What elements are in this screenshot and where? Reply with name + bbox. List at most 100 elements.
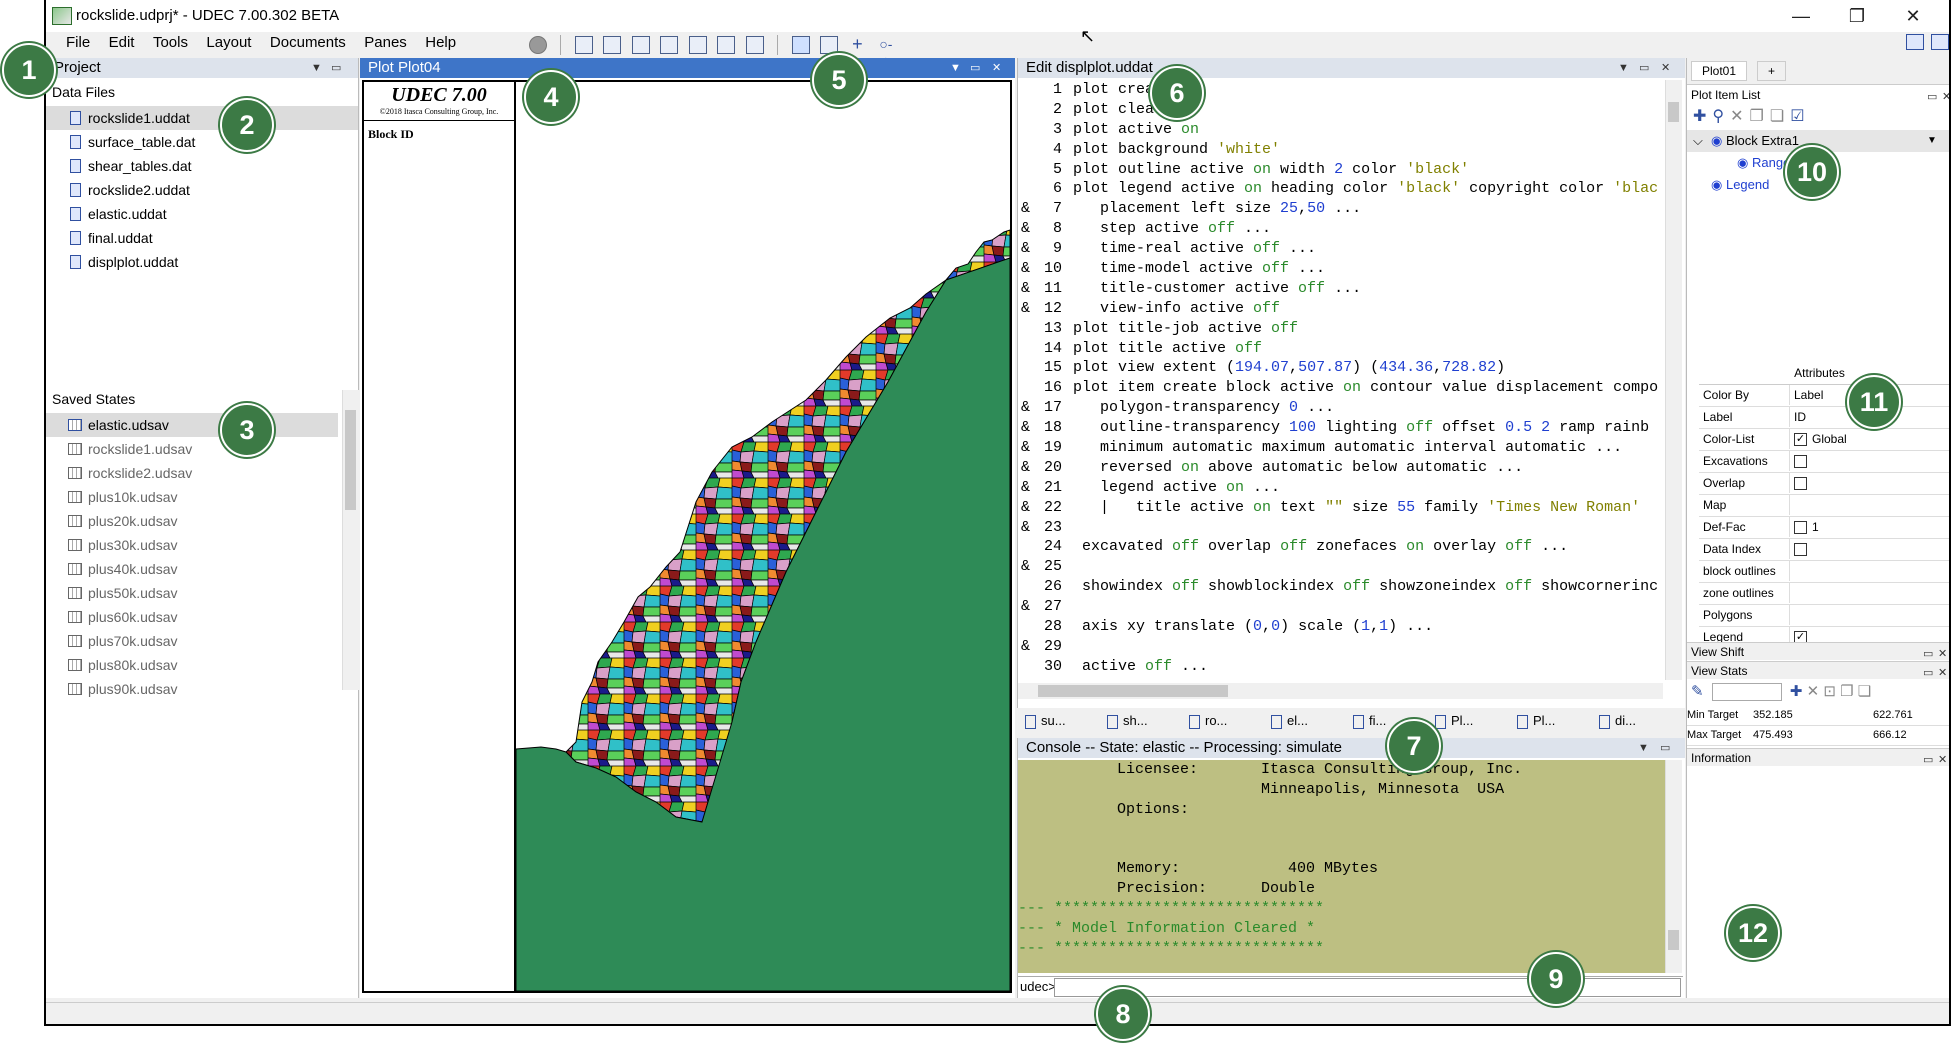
code-line[interactable]: 5 plot outline active on width 2 color 'b… — [1018, 160, 1663, 180]
saved-state-item[interactable]: plus50k.udsav — [46, 581, 338, 605]
document-tab[interactable]: su... — [1021, 713, 1095, 729]
saved-state-item[interactable]: plus90k.udsav — [46, 677, 338, 698]
saved-state-item[interactable]: plus10k.udsav — [46, 485, 338, 509]
plot-canvas[interactable]: UDEC 7.00 ©2018 Itasca Consulting Group,… — [362, 80, 1012, 993]
attribute-checkbox[interactable] — [1794, 543, 1807, 556]
data-file-item[interactable]: final.uddat — [46, 226, 358, 250]
code-editor[interactable]: 1 plot create 2 plot clear 3 plot active on 4 p… — [1018, 80, 1663, 680]
lock-icon[interactable]: ⊡ — [1823, 683, 1836, 700]
copy-view-icon[interactable]: ❐ — [1840, 683, 1853, 700]
add-view-icon[interactable]: ✚ — [1790, 683, 1803, 700]
attribute-checkbox[interactable] — [1794, 521, 1807, 534]
console-input[interactable] — [1054, 978, 1681, 997]
node-menu-icon[interactable]: ▼ — [1927, 130, 1937, 152]
copy-icon[interactable]: ❐ — [1750, 108, 1770, 125]
code-line[interactable]: 13 plot title-job active off — [1018, 319, 1663, 339]
pane-refresh-icon[interactable] — [603, 36, 622, 54]
visibility-icon[interactable]: ◉ — [1711, 177, 1726, 192]
export-icon[interactable] — [717, 36, 736, 54]
code-line[interactable]: & 10 time-model active off ... — [1018, 259, 1663, 279]
code-line[interactable]: & 7 placement left size 25,50 ... — [1018, 199, 1663, 219]
code-line[interactable]: 26 showindex off showblockindex off show… — [1018, 577, 1663, 597]
code-line[interactable]: 30 active off ... — [1018, 657, 1663, 677]
menu-file[interactable]: File — [66, 34, 90, 51]
document-tab[interactable]: Pl... — [1513, 713, 1587, 729]
menu-edit[interactable]: Edit — [109, 34, 135, 51]
crosshair-icon[interactable]: + — [848, 35, 866, 54]
code-line[interactable]: 2 plot clear — [1018, 100, 1663, 120]
saved-state-item[interactable]: plus20k.udsav — [46, 509, 338, 533]
console-scrollbar[interactable] — [1665, 760, 1682, 973]
attribute-value-cell[interactable] — [1789, 561, 1948, 581]
code-line[interactable]: & 25 — [1018, 557, 1663, 577]
pane-close-icon[interactable]: ✕ — [1661, 58, 1670, 78]
pane-minimize-icon[interactable]: ▭ — [1923, 751, 1933, 769]
pane-minimize-icon[interactable]: ▭ — [1923, 664, 1933, 682]
pane-close-icon[interactable]: ✕ — [1938, 751, 1947, 769]
saved-state-item[interactable]: plus70k.udsav — [46, 629, 338, 653]
code-line[interactable]: & 18 outline-transparency 100 lighting of… — [1018, 418, 1663, 438]
menu-help[interactable]: Help — [425, 34, 456, 51]
pointer-icon[interactable] — [791, 36, 810, 54]
code-line[interactable]: & 22 | title active on text "" size 55 fa… — [1018, 498, 1663, 518]
record-icon[interactable] — [529, 36, 547, 54]
code-line[interactable]: & 19 minimum automatic maximum automatic … — [1018, 438, 1663, 458]
paste-view-icon[interactable]: ❏ — [1858, 683, 1871, 700]
code-line[interactable]: 3 plot active on — [1018, 120, 1663, 140]
document-tab[interactable]: sh... — [1103, 713, 1177, 729]
data-file-item[interactable]: displplot.uddat — [46, 250, 358, 274]
menu-tools[interactable]: Tools — [153, 34, 188, 51]
saved-state-item[interactable]: elastic.udsav — [46, 413, 338, 437]
pane-maximize-icon[interactable]: ▭ — [1639, 58, 1649, 78]
scrollbar-thumb[interactable] — [1038, 685, 1228, 697]
code-line[interactable]: & 20 reversed on above automatic below au… — [1018, 458, 1663, 478]
print-icon[interactable] — [688, 36, 707, 54]
saved-state-item[interactable]: rockslide1.udsav — [46, 437, 338, 461]
expand-icon[interactable]: ⌵ — [1693, 130, 1703, 152]
saved-state-item[interactable]: rockslide2.udsav — [46, 461, 338, 485]
attribute-value-cell[interactable] — [1789, 539, 1948, 559]
menu-documents[interactable]: Documents — [270, 34, 346, 51]
document-tab[interactable]: el... — [1267, 713, 1341, 729]
code-line[interactable]: 1 plot create — [1018, 80, 1663, 100]
code-line[interactable]: & 11 title-customer active off ... — [1018, 279, 1663, 299]
tools-icon[interactable]: ✎ — [1691, 683, 1704, 700]
saved-state-item[interactable]: plus40k.udsav — [46, 557, 338, 581]
data-file-item[interactable]: rockslide1.uddat — [46, 106, 358, 130]
restore-button[interactable]: ❐ — [1837, 4, 1877, 28]
tab-plot01[interactable]: Plot01 — [1691, 61, 1748, 81]
code-line[interactable]: 24 excavated off overlap off zonefaces o… — [1018, 537, 1663, 557]
code-line[interactable]: 16 plot item create block active on conto… — [1018, 378, 1663, 398]
data-file-item[interactable]: surface_table.dat — [46, 130, 358, 154]
pane-minimize-icon[interactable]: ▭ — [1927, 90, 1937, 103]
close-button[interactable]: ✕ — [1893, 4, 1933, 28]
attribute-checkbox[interactable] — [1794, 477, 1807, 490]
code-line[interactable]: 4 plot background 'white' — [1018, 140, 1663, 160]
code-line[interactable]: & 21 legend active on ... — [1018, 478, 1663, 498]
visibility-icon[interactable]: ◉ — [1711, 133, 1726, 148]
pane-menu-icon[interactable]: ▼ — [1638, 738, 1649, 758]
pane-menu-icon[interactable]: ▼ — [950, 58, 961, 78]
code-line[interactable]: 6 plot legend active on heading color 'bl… — [1018, 179, 1663, 199]
attribute-value-cell[interactable] — [1789, 583, 1948, 603]
data-file-item[interactable]: shear_tables.dat — [46, 154, 358, 178]
layout-alt-icon[interactable] — [1931, 34, 1949, 50]
data-file-item[interactable]: rockslide2.uddat — [46, 178, 358, 202]
pane-close-icon[interactable]: ✕ — [1942, 90, 1949, 103]
add-tab-button[interactable]: + — [1757, 61, 1787, 81]
pane-minimize-icon[interactable]: ▭ — [331, 58, 341, 78]
scrollbar-thumb[interactable] — [1668, 930, 1679, 950]
saved-states-scrollbar[interactable] — [342, 390, 359, 690]
pane-save-icon[interactable] — [631, 36, 650, 54]
max-target-x[interactable]: 475.493 — [1753, 726, 1793, 745]
min-target-x[interactable]: 352.185 — [1753, 706, 1793, 725]
document-tab[interactable]: Pl... — [1431, 713, 1505, 729]
code-line[interactable]: & 12 view-info active off — [1018, 299, 1663, 319]
code-line[interactable]: & 17 polygon-transparency 0 ... — [1018, 398, 1663, 418]
data-file-item[interactable]: elastic.uddat — [46, 202, 358, 226]
pane-close-icon[interactable]: ✕ — [1938, 664, 1947, 682]
attribute-value-cell[interactable] — [1789, 473, 1948, 493]
saved-state-item[interactable]: plus80k.udsav — [46, 653, 338, 677]
attribute-value-cell[interactable] — [1789, 451, 1948, 471]
pane-maximize-icon[interactable]: ▭ — [970, 58, 980, 78]
